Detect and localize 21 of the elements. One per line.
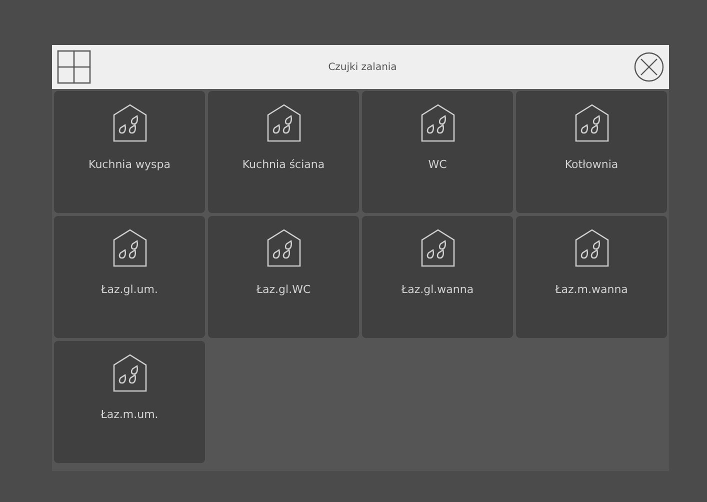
house-drops-icon — [574, 228, 610, 268]
sensor-tile[interactable]: Kuchnia ściana — [208, 91, 359, 213]
house-drops-icon — [420, 103, 456, 143]
close-icon[interactable] — [634, 52, 664, 82]
house-drops-icon — [112, 228, 148, 268]
grid-icon[interactable] — [57, 50, 91, 84]
header-title: Czujki zalania — [328, 60, 397, 74]
house-drops-icon — [112, 353, 148, 393]
sensor-tile[interactable]: Łaz.m.um. — [54, 341, 205, 463]
house-drops-icon — [574, 103, 610, 143]
sensor-tile[interactable]: Kotłownia — [516, 91, 667, 213]
sensor-tile[interactable]: WC — [362, 91, 513, 213]
sensor-tile[interactable]: Łaz.m.wanna — [516, 216, 667, 338]
house-drops-icon — [112, 103, 148, 143]
sensor-tile[interactable]: Kuchnia wyspa — [54, 91, 205, 213]
sensor-tile[interactable]: Łaz.gl.wanna — [362, 216, 513, 338]
sensor-tile[interactable]: Łaz.gl.WC — [208, 216, 359, 338]
sensor-tile[interactable]: Łaz.gl.um. — [54, 216, 205, 338]
house-drops-icon — [266, 103, 302, 143]
house-drops-icon — [266, 228, 302, 268]
house-drops-icon — [420, 228, 456, 268]
